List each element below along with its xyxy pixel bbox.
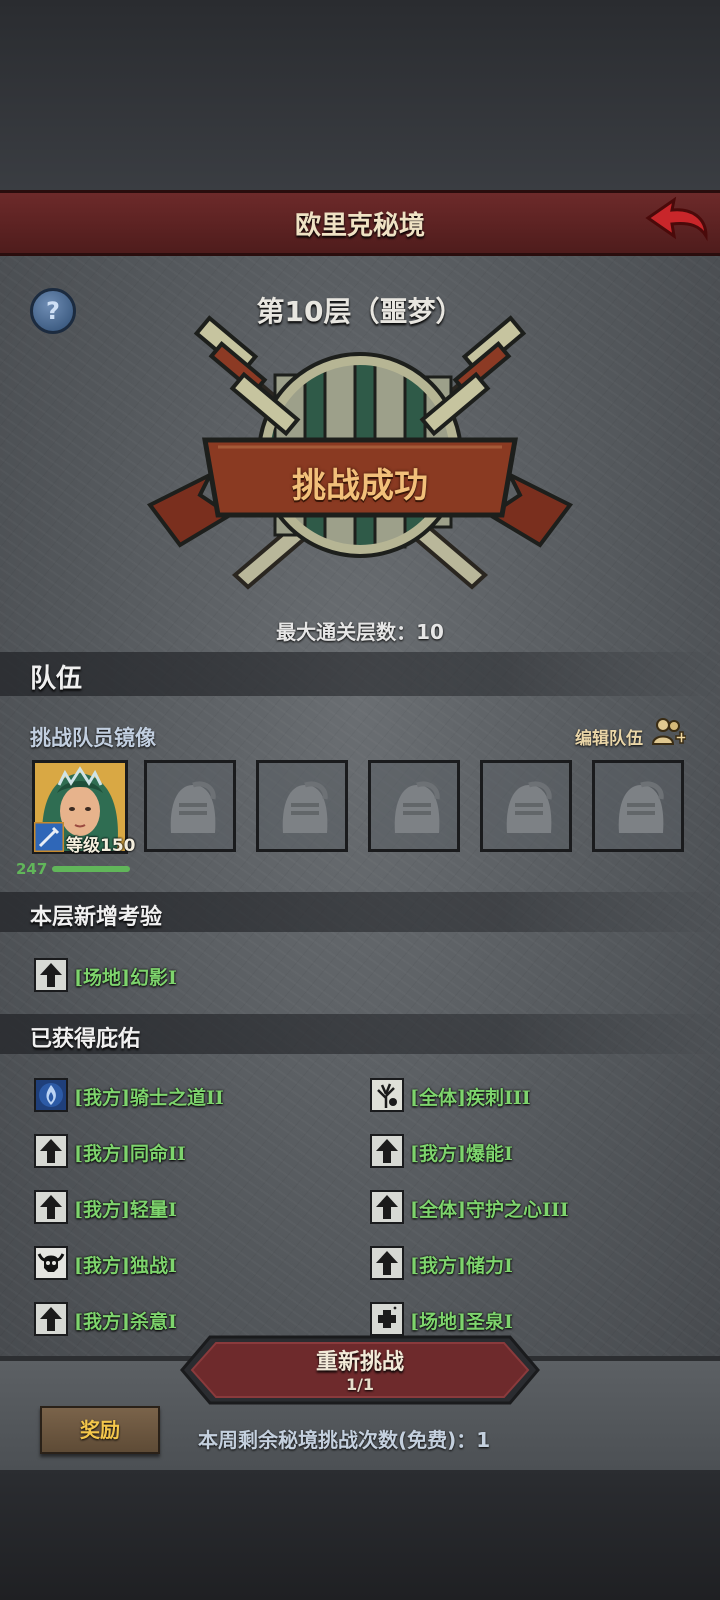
hero-power: 247 xyxy=(16,860,48,878)
team-subtitle: 挑战队员镜像 xyxy=(30,726,156,750)
new-trials-section-header: 本层新增考验 xyxy=(0,892,720,932)
retry-count: 1/1 xyxy=(345,1375,375,1394)
up-arrow-icon xyxy=(34,1190,68,1224)
helmet-placeholder-icon xyxy=(394,781,440,833)
empty-team-slot[interactable] xyxy=(368,760,460,852)
empty-team-slot[interactable] xyxy=(592,760,684,852)
edit-team-icon[interactable] xyxy=(652,716,686,748)
blessings-section-header: 已获得庇佑 xyxy=(0,1014,720,1054)
blessing-label: [全体]守护之心III xyxy=(410,1199,569,1221)
team-section-header: 队伍 xyxy=(0,652,720,696)
blessing-label: [我方]独战I xyxy=(74,1255,177,1277)
knight-flame-icon xyxy=(34,1078,68,1112)
challenge-result-text: 挑战成功 xyxy=(292,466,428,506)
helmet-placeholder-icon xyxy=(170,781,216,833)
retry-label: 重新挑战 xyxy=(315,1350,404,1375)
retry-challenge-button[interactable]: 重新挑战 1/1 xyxy=(180,1335,540,1405)
new-trials-section-title: 本层新增考验 xyxy=(30,905,163,930)
remaining-challenges-text: 本周剩余秘境挑战次数(免费)：1 xyxy=(198,1428,491,1452)
blessing-label: [我方]杀意I xyxy=(74,1311,177,1333)
up-arrow-icon xyxy=(370,1134,404,1168)
up-arrow-icon xyxy=(34,1134,68,1168)
empty-team-slot[interactable] xyxy=(480,760,572,852)
blessing-label: [我方]爆能I xyxy=(410,1143,513,1165)
helmet-placeholder-icon xyxy=(282,781,328,833)
tree-icon xyxy=(370,1078,404,1112)
blessing-label: [我方]同命II xyxy=(74,1143,186,1165)
trial-label: [场地]幻影I xyxy=(74,967,177,989)
blessing-label: [全体]疾刺III xyxy=(410,1087,531,1109)
blessing-label: [我方]储力I xyxy=(410,1255,513,1277)
hero-power-bar xyxy=(52,866,130,872)
team-section-title: 队伍 xyxy=(30,664,83,694)
up-arrow-icon xyxy=(34,958,68,992)
bottom-letterbox xyxy=(0,1470,720,1600)
sword-class-icon xyxy=(34,822,64,852)
page-title: 欧里克秘境 xyxy=(294,211,425,241)
blessing-label: [我方]骑士之道II xyxy=(74,1087,224,1109)
empty-team-slot[interactable] xyxy=(256,760,348,852)
title-bar: 欧里克秘境 xyxy=(0,190,720,256)
blessings-section-title: 已获得庇佑 xyxy=(30,1027,141,1052)
up-arrow-icon xyxy=(370,1190,404,1224)
reward-button[interactable]: 奖励 xyxy=(40,1406,160,1454)
helmet-placeholder-icon xyxy=(506,781,552,833)
top-letterbox xyxy=(0,0,720,190)
up-arrow-icon xyxy=(370,1246,404,1280)
up-arrow-icon xyxy=(34,1302,68,1336)
horned-skull-icon xyxy=(34,1246,68,1280)
helmet-placeholder-icon xyxy=(618,781,664,833)
hero-level: 等级150 xyxy=(66,836,136,856)
plus-icon xyxy=(370,1302,404,1336)
back-arrow-icon[interactable] xyxy=(644,196,710,248)
empty-team-slot[interactable] xyxy=(144,760,236,852)
blessing-label: [我方]轻量I xyxy=(74,1199,177,1221)
edit-team-button[interactable]: 编辑队伍 xyxy=(575,724,643,749)
max-cleared-floor: 最大通关层数：10 xyxy=(276,620,444,644)
blessing-label: [场地]圣泉I xyxy=(410,1311,513,1333)
